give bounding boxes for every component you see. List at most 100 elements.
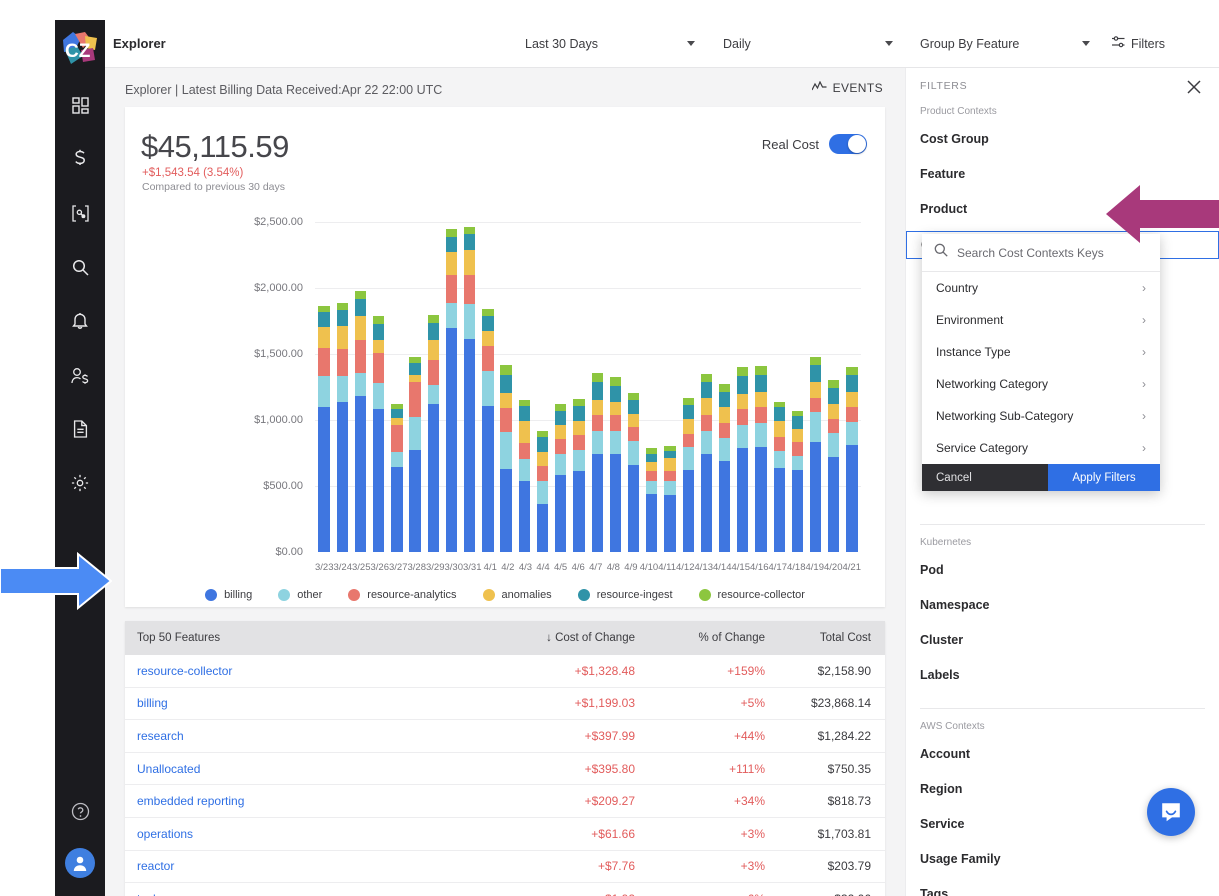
filter-item-usage-family[interactable]: Usage Family — [906, 846, 1219, 871]
bar-segment-billing[interactable] — [409, 450, 421, 552]
bar-segment-resource-analytics[interactable] — [445, 274, 458, 304]
legend-item[interactable]: anomalies — [482, 589, 552, 601]
bar-segment-resource-ingest[interactable] — [409, 362, 421, 375]
bar-segment-resource-collector[interactable] — [427, 315, 439, 323]
bar-segment-billing[interactable] — [336, 401, 348, 552]
bar-segment-resource-ingest[interactable] — [591, 381, 603, 400]
bar-segment-resource-analytics[interactable] — [627, 427, 640, 442]
bar-segment-resource-collector[interactable] — [846, 367, 858, 376]
bar-segment-resource-ingest[interactable] — [336, 310, 348, 327]
bar-segment-resource-analytics[interactable] — [409, 381, 421, 417]
bar-segment-resource-analytics[interactable] — [536, 466, 549, 482]
bar-segment-billing[interactable] — [482, 406, 494, 552]
bar-segment-resource-collector[interactable] — [809, 356, 822, 366]
bar-segment-resource-collector[interactable] — [445, 228, 458, 238]
bar-segment-other[interactable] — [427, 385, 439, 404]
bar-segment-anomalies[interactable] — [318, 326, 330, 349]
bar-segment-resource-ingest[interactable] — [427, 323, 439, 340]
chart-bar-column[interactable] — [752, 222, 770, 552]
bar-segment-resource-ingest[interactable] — [718, 391, 731, 408]
feature-link[interactable]: billing — [125, 696, 455, 710]
stacked-bar[interactable] — [809, 356, 822, 552]
bar-segment-resource-analytics[interactable] — [336, 348, 348, 377]
bell-icon[interactable] — [67, 308, 93, 334]
cancel-button[interactable]: Cancel — [922, 464, 1048, 491]
feature-link[interactable]: operations — [125, 827, 455, 841]
bar-segment-other[interactable] — [664, 480, 676, 496]
date-range-select[interactable]: Last 30 Days — [525, 20, 695, 68]
bar-segment-resource-analytics[interactable] — [682, 433, 694, 448]
bar-segment-other[interactable] — [445, 303, 458, 328]
bar-segment-billing[interactable] — [755, 447, 767, 552]
group-by-select[interactable]: Group By Feature — [920, 20, 1090, 68]
stacked-bar[interactable] — [427, 315, 439, 552]
chart-bar-column[interactable] — [351, 222, 369, 552]
bar-segment-billing[interactable] — [373, 408, 385, 552]
bar-segment-resource-collector[interactable] — [700, 373, 712, 383]
column-header-cost-of-change[interactable]: ↓ Cost of Change — [455, 632, 635, 644]
table-row[interactable]: reactor +$7.76 +3% $203.79 — [125, 851, 885, 884]
stacked-bar[interactable] — [737, 366, 749, 552]
bar-segment-anomalies[interactable] — [445, 252, 458, 275]
bar-segment-anomalies[interactable] — [791, 428, 804, 443]
stacked-bar[interactable] — [500, 365, 512, 552]
chart-bar-column[interactable] — [315, 222, 333, 552]
filter-item-namespace[interactable]: Namespace — [906, 592, 1219, 617]
bar-segment-resource-collector[interactable] — [354, 291, 367, 300]
stacked-bar[interactable] — [773, 401, 785, 552]
bar-segment-anomalies[interactable] — [518, 421, 530, 444]
bar-segment-other[interactable] — [354, 372, 367, 396]
bar-segment-resource-analytics[interactable] — [700, 414, 712, 431]
bar-segment-billing[interactable] — [518, 481, 530, 552]
bar-segment-resource-analytics[interactable] — [500, 408, 512, 432]
bar-segment-billing[interactable] — [318, 406, 330, 552]
bar-segment-billing[interactable] — [573, 471, 585, 552]
stacked-bar[interactable] — [464, 226, 476, 552]
bar-segment-resource-analytics[interactable] — [373, 352, 385, 384]
bar-segment-anomalies[interactable] — [573, 421, 585, 436]
bar-segment-other[interactable] — [773, 451, 785, 469]
user-avatar-icon[interactable] — [65, 848, 95, 878]
stacked-bar[interactable] — [482, 308, 494, 552]
bar-segment-anomalies[interactable] — [700, 398, 712, 415]
filter-item-cost-group[interactable]: Cost Group — [906, 126, 1219, 151]
bar-segment-resource-collector[interactable] — [718, 383, 731, 392]
bar-segment-resource-ingest[interactable] — [609, 385, 621, 403]
bar-segment-resource-analytics[interactable] — [773, 437, 785, 452]
bar-segment-other[interactable] — [682, 447, 694, 471]
bar-segment-other[interactable] — [646, 481, 658, 494]
bar-segment-other[interactable] — [609, 430, 621, 454]
bar-segment-anomalies[interactable] — [482, 330, 494, 347]
stacked-bar[interactable] — [591, 373, 603, 552]
dropdown-option-country[interactable]: Country › — [922, 272, 1160, 304]
bar-segment-other[interactable] — [828, 432, 840, 457]
resource-brackets-icon[interactable] — [67, 200, 93, 226]
chart-bar-column[interactable] — [788, 222, 806, 552]
stacked-bar[interactable] — [718, 383, 731, 552]
bar-segment-other[interactable] — [536, 481, 549, 505]
bar-segment-resource-analytics[interactable] — [482, 346, 494, 372]
bar-segment-resource-ingest[interactable] — [809, 365, 822, 383]
bar-segment-anomalies[interactable] — [809, 382, 822, 399]
bar-segment-anomalies[interactable] — [646, 462, 658, 471]
bar-segment-resource-ingest[interactable] — [518, 406, 530, 422]
events-button[interactable]: EVENTS — [811, 80, 883, 95]
bar-segment-other[interactable] — [737, 424, 749, 448]
bar-segment-other[interactable] — [391, 451, 403, 467]
stacked-bar[interactable] — [445, 228, 458, 552]
bar-segment-billing[interactable] — [664, 495, 676, 552]
chart-bar-column[interactable] — [825, 222, 843, 552]
budget-user-icon[interactable] — [67, 362, 93, 388]
bar-segment-resource-analytics[interactable] — [846, 407, 858, 422]
close-icon[interactable] — [1183, 76, 1205, 98]
bar-segment-resource-ingest[interactable] — [755, 375, 767, 392]
messenger-chat-icon[interactable] — [1147, 788, 1195, 836]
bar-segment-resource-analytics[interactable] — [755, 407, 767, 423]
bar-segment-resource-collector[interactable] — [518, 399, 530, 407]
stacked-bar[interactable] — [354, 291, 367, 552]
bar-segment-resource-collector[interactable] — [464, 226, 476, 234]
bar-segment-resource-ingest[interactable] — [700, 382, 712, 399]
feature-link[interactable]: Unallocated — [125, 762, 455, 776]
bar-segment-resource-analytics[interactable] — [737, 409, 749, 425]
stacked-bar[interactable] — [664, 446, 676, 552]
